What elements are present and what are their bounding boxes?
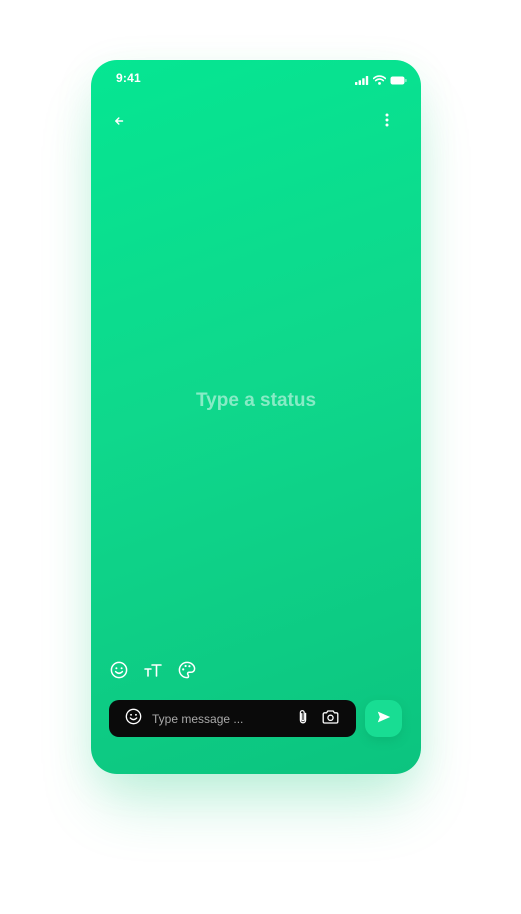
signal-icon	[355, 72, 369, 90]
wifi-icon	[372, 72, 387, 90]
smiley-icon	[110, 661, 128, 684]
send-icon	[377, 710, 391, 728]
camera-icon	[322, 709, 339, 729]
color-palette-button[interactable]	[177, 661, 197, 684]
message-composer	[109, 700, 356, 737]
battery-icon	[390, 72, 407, 90]
system-status-bar: 9:41	[91, 60, 421, 94]
back-button[interactable]	[107, 110, 131, 134]
palette-icon	[178, 661, 196, 684]
arrow-left-icon	[114, 113, 124, 131]
status-composer-screen: 9:41 Type a status Type message ...	[91, 60, 421, 774]
camera-button[interactable]	[319, 708, 341, 730]
send-button[interactable]	[365, 700, 402, 737]
emoji-button[interactable]	[109, 661, 129, 684]
more-vertical-icon	[385, 113, 389, 132]
text-size-icon	[144, 663, 162, 682]
status-text-area[interactable]: Type a status	[91, 390, 421, 412]
message-input[interactable]	[152, 708, 282, 729]
more-options-button[interactable]	[375, 110, 399, 134]
text-size-button[interactable]	[143, 662, 163, 682]
attach-button[interactable]	[293, 709, 313, 729]
status-tools	[109, 661, 197, 684]
paperclip-icon	[297, 709, 309, 730]
composer-emoji-button[interactable]	[123, 708, 143, 730]
smiley-icon	[125, 708, 142, 730]
system-icons	[355, 72, 407, 90]
status-bar-time: 9:41	[116, 71, 141, 85]
top-app-bar	[91, 108, 421, 136]
